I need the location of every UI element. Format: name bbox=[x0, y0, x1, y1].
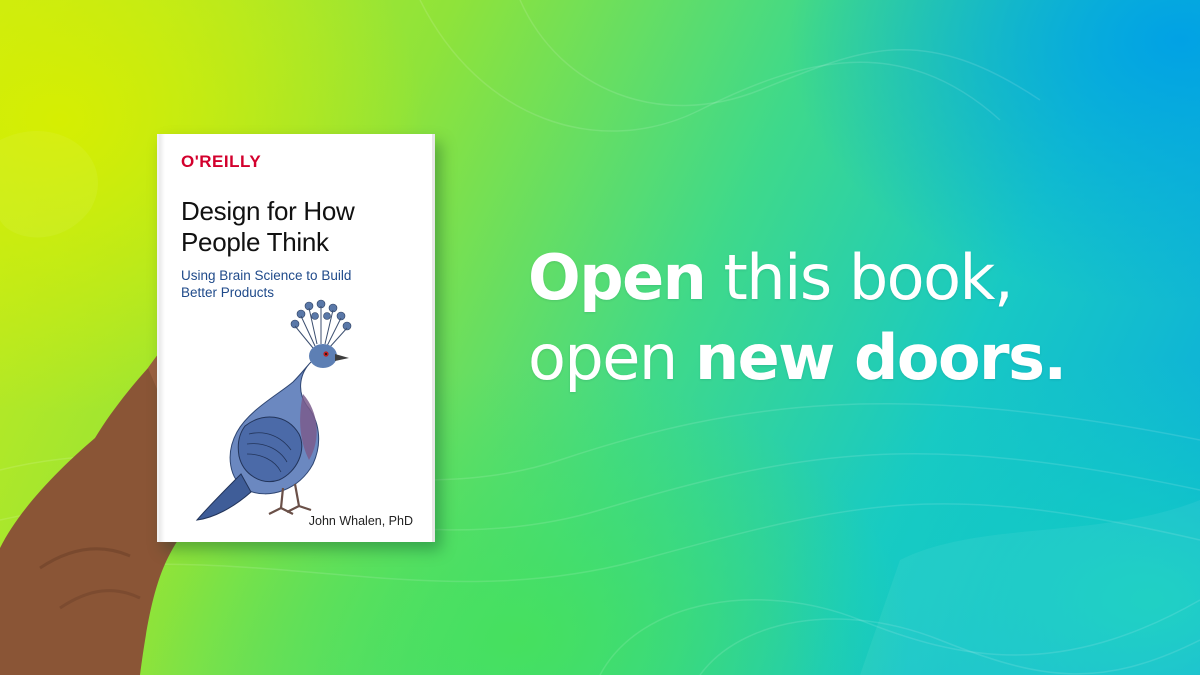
tagline-line-1-rest: this book, bbox=[705, 241, 1013, 314]
publisher-logo: O'REILLY bbox=[181, 152, 262, 171]
tagline-new-doors-bold: new doors. bbox=[694, 321, 1067, 394]
book-title-line-2: People Think bbox=[181, 227, 329, 257]
book-subtitle-line-1: Using Brain Science to Build bbox=[181, 268, 352, 283]
tagline-open-bold: Open bbox=[528, 241, 707, 314]
book-cover: O'REILLY Design for How People Think Usi… bbox=[157, 134, 435, 542]
banner: O'REILLY Design for How People Think Usi… bbox=[0, 0, 1200, 675]
book-author: John Whalen, PhD bbox=[308, 514, 413, 528]
tagline-open-light: open bbox=[528, 321, 695, 394]
book-title-line-1: Design for How bbox=[181, 196, 355, 226]
crowned-pigeon-illustration bbox=[195, 299, 352, 521]
tagline-line-2: open new doors. bbox=[528, 318, 1188, 398]
tagline: Open this book, open new doors. bbox=[528, 238, 1188, 398]
tagline-line-1: Open this book, bbox=[528, 238, 1188, 318]
book-title: Design for How People Think bbox=[181, 196, 431, 258]
book-page-edge bbox=[159, 134, 165, 542]
